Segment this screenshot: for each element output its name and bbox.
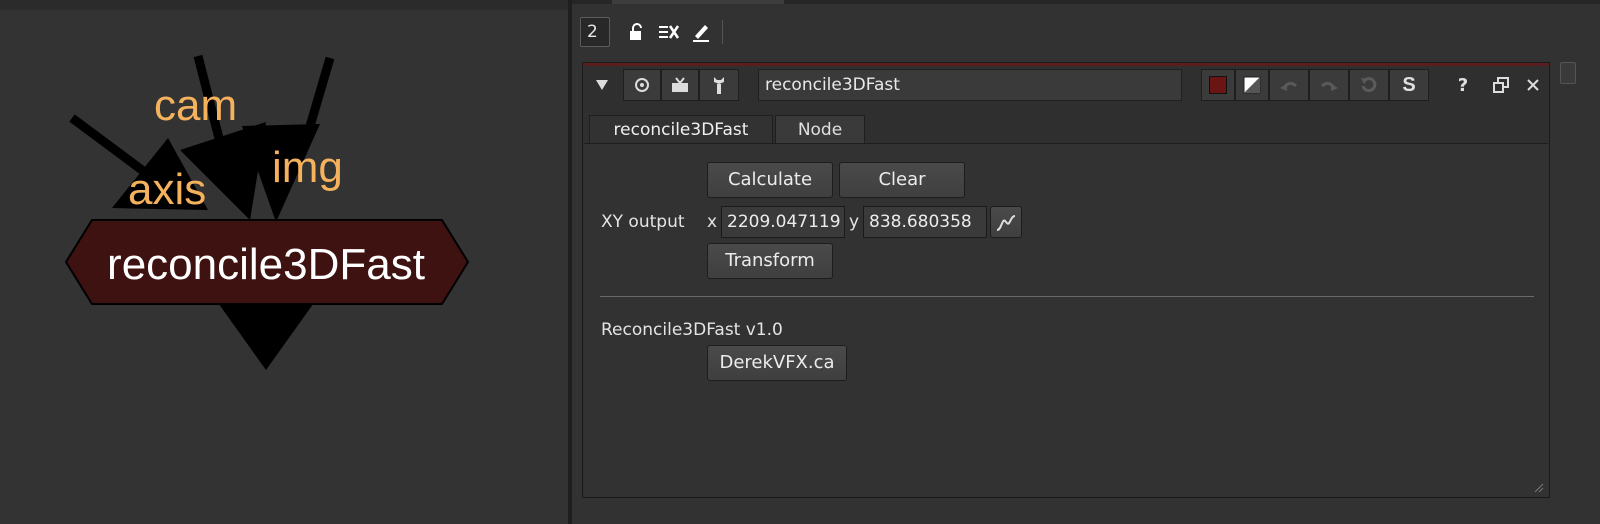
y-label: y	[849, 212, 860, 232]
max-panels-field[interactable]: 2	[580, 17, 610, 47]
revert-icon[interactable]	[1349, 69, 1389, 101]
panel-color-strip	[583, 63, 1549, 66]
center-node-icon[interactable]	[623, 69, 661, 101]
tab-reconcile3dfast[interactable]: reconcile3DFast	[589, 115, 773, 145]
properties-bin: 2 reconcile3DFast S ? reconcile3DFast No…	[572, 0, 1600, 524]
collapse-triangle-icon[interactable]	[587, 69, 617, 101]
node-label: reconcile3DFast	[107, 240, 425, 289]
clear-button[interactable]: Clear	[839, 162, 965, 198]
node-graph-canvas: cam img axis reconcile3DFast	[64, 54, 470, 370]
version-label: Reconcile3DFast v1.0	[601, 320, 783, 340]
panel-header: reconcile3DFast S ?	[583, 67, 1549, 105]
axis-input-label: axis	[128, 165, 206, 214]
y-value-field[interactable]: 838.680358	[863, 206, 987, 238]
undo-icon[interactable]	[1269, 69, 1309, 101]
properties-toolbar: 2	[580, 16, 723, 48]
output-arrowhead	[216, 300, 316, 370]
properties-tabstrip	[572, 0, 1600, 4]
viewer-icon[interactable]	[661, 69, 699, 101]
redo-icon[interactable]	[1309, 69, 1349, 101]
node-properties-panel: reconcile3DFast S ? reconcile3DFast Node…	[582, 62, 1550, 498]
close-icon[interactable]	[1521, 69, 1545, 101]
calculate-button[interactable]: Calculate	[707, 162, 833, 198]
script-s-icon[interactable]: S	[1389, 69, 1429, 101]
clear-panels-icon[interactable]	[654, 17, 684, 47]
animation-curve-icon[interactable]	[990, 206, 1022, 238]
node-name-field[interactable]: reconcile3DFast	[758, 69, 1182, 101]
scroll-up-button[interactable]	[1560, 62, 1576, 84]
edit-icon[interactable]	[686, 17, 716, 47]
help-icon[interactable]: ?	[1451, 69, 1475, 101]
tile-color-icon[interactable]	[1235, 69, 1269, 101]
divider	[600, 296, 1534, 297]
toolbar-separator	[722, 20, 723, 44]
wrench-icon[interactable]	[699, 69, 739, 101]
tab-content: Calculate Clear XY output x 2209.047119 …	[584, 143, 1548, 497]
transform-button[interactable]: Transform	[707, 243, 833, 279]
website-button[interactable]: DerekVFX.ca	[707, 345, 847, 381]
x-label: x	[707, 212, 718, 232]
x-value-field[interactable]: 2209.047119	[721, 206, 845, 238]
img-input-label: img	[272, 143, 343, 192]
resize-grip-icon[interactable]	[1532, 481, 1544, 493]
float-icon[interactable]	[1489, 69, 1513, 101]
cam-input-label: cam	[154, 81, 237, 130]
lock-icon[interactable]	[622, 17, 652, 47]
node-graph[interactable]: cam img axis reconcile3DFast	[0, 0, 568, 524]
node-color-icon[interactable]	[1201, 69, 1235, 101]
xy-output-label: XY output	[601, 212, 685, 232]
tab-node[interactable]: Node	[775, 115, 865, 145]
